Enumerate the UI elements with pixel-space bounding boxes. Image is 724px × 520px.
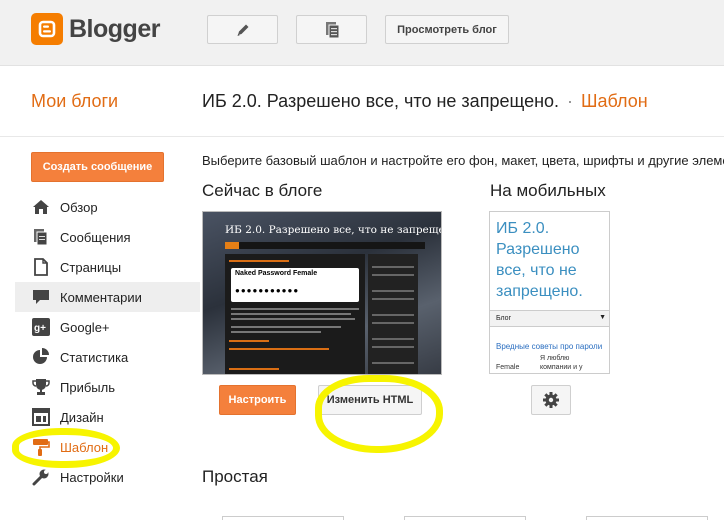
preview-nav-bar [225,242,425,249]
preview-link-line [229,340,269,342]
preview-text-line [231,326,341,328]
current-template-heading: Сейчас в блоге [202,181,323,200]
sidebar-item-pages[interactable]: Страницы [15,252,200,282]
title-separator: · [567,91,574,111]
mobile-select-label: Блог [496,315,512,322]
sidebar-item-stats[interactable]: Статистика [15,342,200,372]
highlight-mark [315,375,443,453]
highlight-mark [12,428,120,468]
sidebar-item-label: Сообщения [60,229,131,245]
sidebar-item-label: Дизайн [60,409,104,425]
sidebar-item-earnings[interactable]: Прибыль [15,372,200,402]
preview-link-line [229,368,279,370]
sidebar-item-google-plus[interactable]: g+ Google+ [15,312,200,342]
preview-sidebar [368,254,418,374]
preview-text-line [231,313,351,315]
create-post-button[interactable]: Создать сообщение [31,152,164,182]
page-title: ИБ 2.0. Разрешено все, что не запрещено.… [202,91,648,112]
google-plus-icon: g+ [31,318,51,336]
sidebar-item-label: Статистика [60,349,129,365]
blogger-logo-icon [31,13,63,45]
home-icon [31,198,51,216]
sidebar-item-label: Комментарии [60,289,142,305]
page-icon [31,258,51,276]
sidebar-item-posts[interactable]: Сообщения [15,222,200,252]
section-title: Шаблон [581,91,648,111]
template-thumbnail[interactable] [222,516,344,520]
gear-icon [543,392,559,408]
preview-text-line [231,331,321,333]
sidebar-item-label: Обзор [60,199,98,215]
preview-text-line [231,318,355,320]
layout-icon [31,408,51,426]
logo-text: Blogger [69,14,160,43]
sidebar-item-layout[interactable]: Дизайн [15,402,200,432]
mobile-template-preview[interactable]: ИБ 2.0. Разрешено все, что не запрещено.… [489,211,610,374]
blog-title: ИБ 2.0. Разрешено все, что не запрещено. [202,91,560,111]
trophy-icon [31,378,51,396]
blogger-logo[interactable]: Blogger [31,13,160,45]
sidebar-item-comments[interactable]: Комментарии [15,282,200,312]
pages-icon [325,21,339,38]
wrench-icon [31,468,51,486]
pages-button[interactable] [296,15,367,44]
dropdown-arrow-icon: ▼ [599,314,606,321]
customize-button[interactable]: Настроить [219,385,296,415]
mobile-snippet-left: Female [496,364,520,371]
sidebar-item-label: Прибыль [60,379,115,395]
current-template-preview[interactable]: ИБ 2.0. Разрешено все, что не запрещено.… [202,211,442,375]
posts-icon [31,228,51,246]
simple-template-heading: Простая [202,467,268,486]
header: Мои блоги ИБ 2.0. Разрешено все, что не … [0,67,724,137]
preview-text-line [231,308,359,310]
sidebar-item-overview[interactable]: Обзор [15,192,200,222]
top-bar: Blogger Просмотреть блог [0,0,724,66]
mobile-template-heading: На мобильных [490,181,606,200]
preview-link-line [229,348,329,350]
comments-icon [31,288,51,306]
new-post-button[interactable] [207,15,278,44]
mobile-blog-title: ИБ 2.0. Разрешено все, что не запрещено. [496,220,583,300]
mobile-blog-select: Блог ▼ [490,310,609,327]
template-thumbnail[interactable] [404,516,526,520]
intro-text: Выберите базовый шаблон и настройте его … [202,153,724,168]
sidebar-item-label: Настройки [60,469,124,485]
pencil-icon [237,24,248,36]
pie-chart-icon [31,348,51,366]
preview-post-title: Naked Password Female [235,270,318,277]
preview-password-dots: ●●●●●●●●●●● [235,286,300,295]
template-thumbnail[interactable] [586,516,708,520]
template-thumbnails-row [0,516,724,520]
preview-date-line [229,260,289,262]
sidebar-item-label: Google+ [60,319,110,335]
mobile-post-link: Вредные советы про пароли [496,342,603,351]
mobile-settings-button[interactable] [531,385,571,415]
mobile-snippet-right: Я люблю компании и у [540,355,583,371]
sidebar-item-label: Страницы [60,259,122,275]
preview-blog-title: ИБ 2.0. Разрешено все, что не запрещено. [225,224,442,236]
view-blog-button[interactable]: Просмотреть блог [385,15,509,44]
my-blogs-link[interactable]: Мои блоги [31,91,118,112]
svg-text:g+: g+ [34,323,46,334]
